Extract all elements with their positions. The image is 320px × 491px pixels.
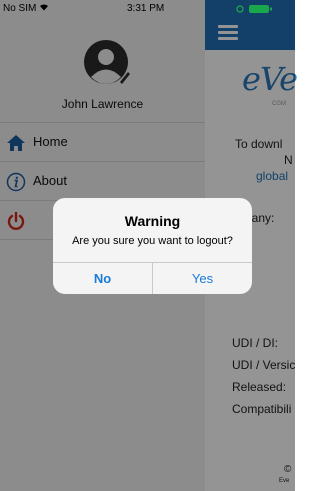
carrier-text: No SIM [3,3,49,14]
status-time: 3:31 PM [127,3,165,14]
alert-title: Warning [124,213,181,229]
carrier-label: No SIM [3,3,37,14]
logout-alert-dialog: Warning Are you sure you want to logout?… [53,198,252,294]
wifi-icon [40,4,49,11]
yes-button[interactable]: Yes [153,263,252,294]
alert-message: Are you sure you want to logout? [72,235,233,247]
no-button[interactable]: No [53,263,152,294]
battery-icon [236,5,272,13]
status-bar: No SIM 3:31 PM [0,0,295,18]
